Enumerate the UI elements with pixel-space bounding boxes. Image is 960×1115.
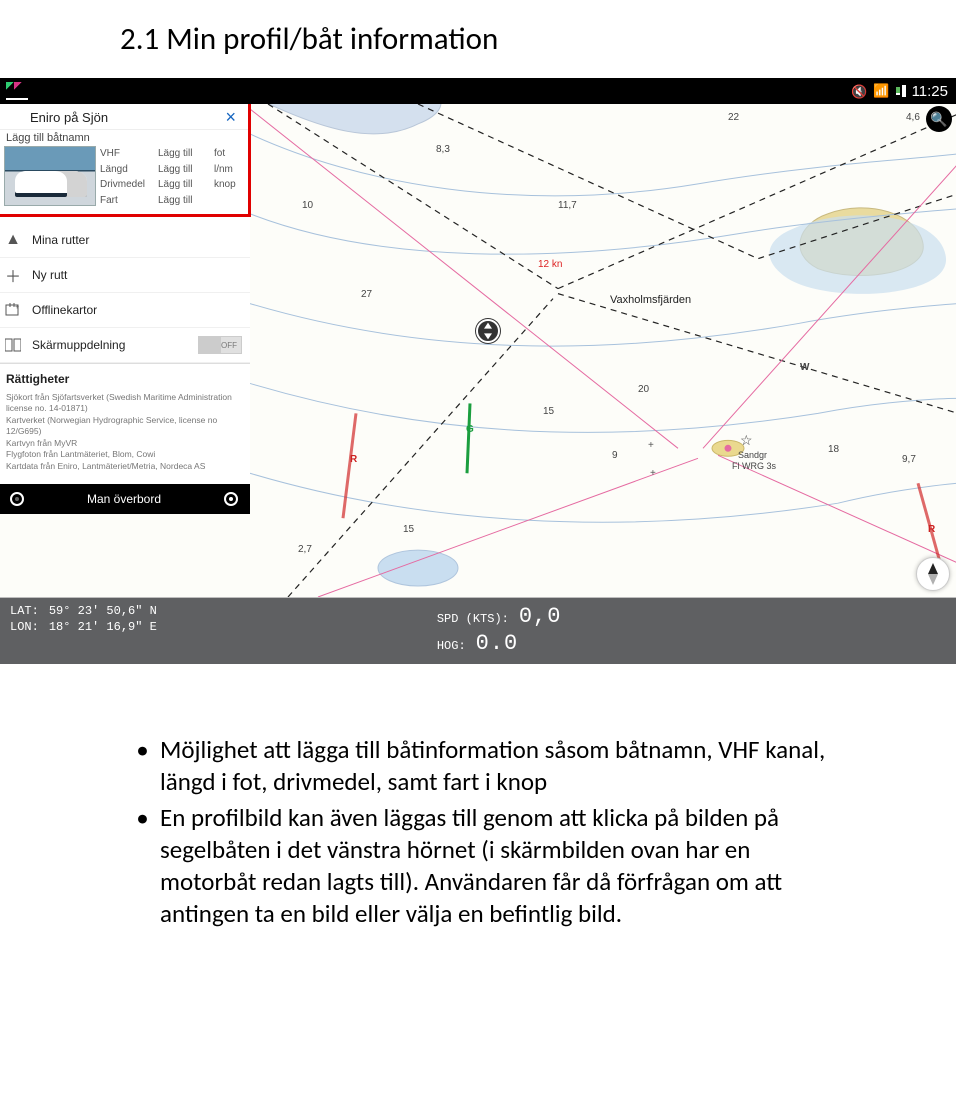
app-screenshot: 📶 11:25 (0, 78, 956, 664)
spec-units: fot l/nm knop (214, 146, 242, 208)
profile-highlight-box: Eniro på Sjön × Lägg till båtnamn VHF Lä… (0, 104, 251, 217)
channel-mark-w: W (800, 362, 809, 373)
routes-icon: ▲ (4, 231, 22, 249)
boat-photo[interactable] (4, 146, 96, 206)
search-button[interactable]: 🔍 (926, 106, 952, 132)
depth-label: 18 (828, 444, 839, 455)
lat-value: 59° 23' 50,6" N (49, 604, 157, 618)
hog-label: HOG: (437, 639, 466, 653)
sidebar-item-label: Skärmuppdelning (32, 338, 125, 352)
channel-mark-r: R (928, 524, 935, 535)
spd-label: SPD (KTS): (437, 612, 509, 626)
plus-icon: ＋ (4, 266, 22, 284)
spd-value: 0,0 (519, 604, 562, 629)
hog-value: 0.0 (476, 631, 519, 656)
status-left (6, 82, 28, 100)
android-status-bar: 📶 11:25 (0, 78, 956, 104)
attribution-line: Flygfoton från Lantmäteriet, Blom, Cowi (6, 449, 242, 460)
app-title: Eniro på Sjön (30, 110, 108, 125)
attribution-line: Kartvyn från MyVR (6, 438, 242, 449)
svg-text:+: + (15, 304, 19, 311)
channel-mark-r: R (350, 454, 357, 465)
bullet-item: En profilbild kan även läggas till genom… (160, 802, 840, 930)
depth-label: 15 (543, 406, 554, 417)
depth-label: 20 (638, 384, 649, 395)
lon-value: 18° 21' 16,9" E (49, 620, 157, 634)
depth-label: 15 (403, 524, 414, 535)
spec-add-links[interactable]: Lägg till Lägg till Lägg till Lägg till (158, 146, 214, 208)
attribution-line: Kartdata från Eniro, Lantmäteriet/Metria… (6, 461, 242, 472)
area-name: Vaxholmsfjärden (610, 294, 691, 306)
sidebar-item-label: Offlinekartor (32, 303, 97, 317)
depth-label: 22 (728, 112, 739, 123)
sidebar-item-label: Ny rutt (32, 268, 67, 282)
cross-mark: + (650, 468, 656, 479)
light-char: Fl WRG 3s (732, 461, 776, 471)
depth-label: 2,7 (298, 544, 312, 555)
mob-aim-icon (224, 492, 238, 506)
light-star-icon: ☆ (740, 432, 753, 449)
battery-icon (896, 85, 906, 97)
attribution-title: Rättigheter (6, 372, 242, 386)
sidebar-item-routes[interactable]: ▲ Mina rutter (0, 223, 250, 258)
depth-label: 27 (361, 289, 372, 300)
depth-label: 9 (612, 450, 618, 461)
sidebar-item-new-route[interactable]: ＋ Ny rutt (0, 258, 250, 293)
lat-label: LAT: (10, 604, 39, 618)
app-indicator-icon (6, 82, 28, 100)
compass-button[interactable] (916, 557, 950, 591)
add-boat-name[interactable]: Lägg till båtnamn (0, 132, 242, 144)
man-overboard-bar[interactable]: Man överbord (0, 484, 250, 514)
depth-label: 8,3 (436, 144, 450, 155)
channel-mark-g: G (466, 424, 474, 435)
description-bullets: Möjlighet att lägga till båtinformation … (120, 734, 840, 930)
sidebar-item-label: Mina rutter (32, 233, 89, 247)
bullet-item: Möjlighet att lägga till båtinformation … (160, 734, 840, 798)
map-cursor-icon (476, 319, 500, 343)
position-data-bar: LAT: 59° 23' 50,6" N LON: 18° 21' 16,9" … (0, 598, 956, 664)
wifi-icon: 📶 (873, 83, 889, 99)
sidebar-item-split-screen[interactable]: Skärmuppdelning OFF (0, 328, 250, 363)
depth-label: 10 (302, 200, 313, 211)
side-panel: Eniro på Sjön × Lägg till båtnamn VHF Lä… (0, 104, 250, 514)
mob-aim-icon (10, 492, 24, 506)
speed-label: 12 kn (538, 259, 562, 270)
attribution-block: Rättigheter Sjökort från Sjöfartsverket … (0, 363, 250, 484)
mob-label: Man överbord (87, 492, 161, 506)
attribution-line: Sjökort från Sjöfartsverket (Swedish Mar… (6, 392, 242, 415)
magnifier-icon: 🔍 (930, 111, 947, 128)
section-heading: 2.1 Min profil/båt information (0, 0, 960, 78)
depth-label: 9,7 (902, 454, 916, 465)
light-name: Sandgr (738, 450, 767, 460)
spec-labels: VHF Längd Drivmedel Fart (100, 146, 158, 208)
lon-label: LON: (10, 620, 39, 634)
split-toggle[interactable]: OFF (198, 336, 242, 354)
depth-label: 4,6 (906, 112, 920, 123)
mute-icon (851, 83, 867, 100)
close-panel-button[interactable]: × (225, 108, 236, 126)
sidebar-item-offline-maps[interactable]: + Offlinekartor (0, 293, 250, 328)
cross-mark: + (648, 440, 654, 451)
offline-maps-icon: + (4, 301, 22, 319)
split-screen-icon (4, 336, 22, 354)
attribution-line: Kartverket (Norwegian Hydrographic Servi… (6, 415, 242, 438)
status-time: 11:25 (912, 83, 948, 100)
depth-label: 11,7 (558, 200, 577, 211)
